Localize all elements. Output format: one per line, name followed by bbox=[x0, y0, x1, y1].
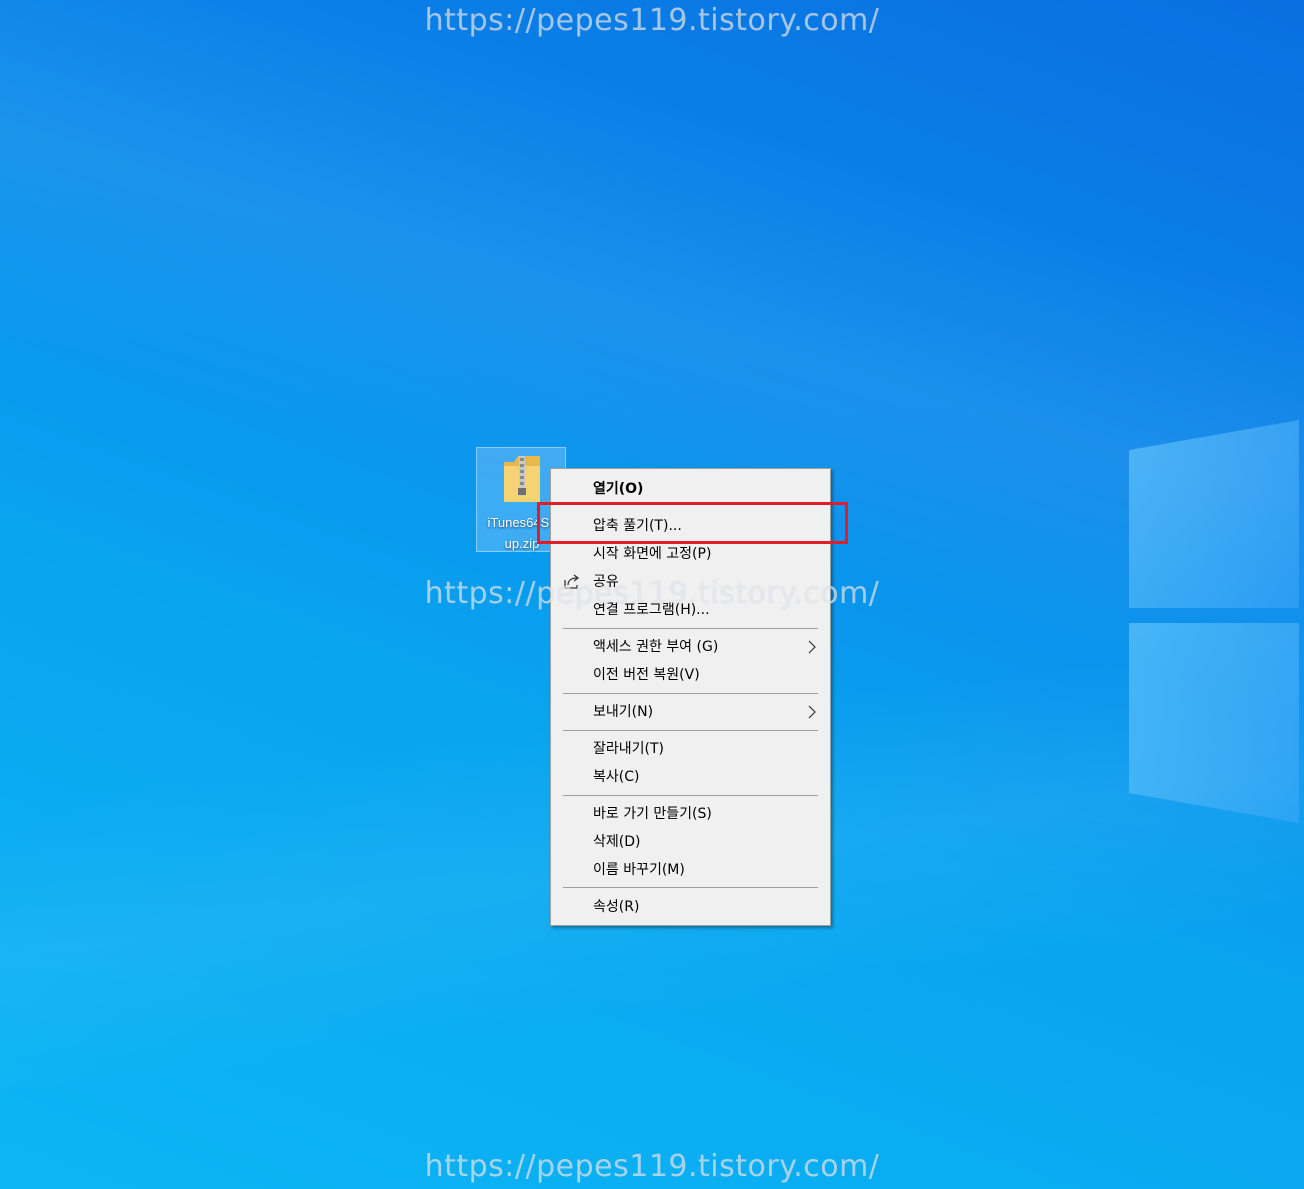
chevron-right-icon bbox=[808, 705, 816, 719]
menu-item-label: 시작 화면에 고정(P) bbox=[593, 546, 712, 562]
menu-item-label: 복사(C) bbox=[593, 769, 640, 785]
menu-item-label: 속성(R) bbox=[593, 899, 640, 915]
menu-item-label: 액세스 권한 부여 (G) bbox=[593, 639, 719, 655]
watermark-text: https://pepes119.tistory.com/ bbox=[424, 3, 880, 38]
menu-item-create-shortcut[interactable]: 바로 가기 만들기(S) bbox=[551, 801, 830, 827]
menu-item-label: 잘라내기(T) bbox=[593, 741, 664, 757]
menu-item-properties[interactable]: 속성(R) bbox=[551, 894, 830, 920]
menu-item-delete[interactable]: 삭제(D) bbox=[551, 829, 830, 855]
watermark-text: https://pepes119.tistory.com/ bbox=[424, 576, 880, 611]
highlight-box-extract bbox=[537, 502, 848, 544]
desktop[interactable]: https://pepes119.tistory.com/ iTunes64Se… bbox=[0, 0, 1304, 1189]
menu-separator bbox=[563, 628, 818, 629]
menu-item-pin-to-start[interactable]: 시작 화면에 고정(P) bbox=[551, 541, 830, 567]
menu-item-copy[interactable]: 복사(C) bbox=[551, 764, 830, 790]
zip-folder-icon bbox=[504, 456, 540, 502]
menu-separator bbox=[563, 887, 818, 888]
menu-item-label: 보내기(N) bbox=[593, 704, 654, 720]
menu-item-label: 이름 바꾸기(M) bbox=[593, 862, 685, 878]
menu-item-open[interactable]: 열기(O) bbox=[551, 476, 830, 502]
menu-item-cut[interactable]: 잘라내기(T) bbox=[551, 736, 830, 762]
menu-separator bbox=[563, 795, 818, 796]
chevron-right-icon bbox=[808, 640, 816, 654]
watermark-text: https://pepes119.tistory.com/ bbox=[424, 1149, 880, 1184]
menu-item-label: 열기(O) bbox=[593, 481, 644, 497]
menu-item-restore-previous[interactable]: 이전 버전 복원(V) bbox=[551, 662, 830, 688]
menu-item-rename[interactable]: 이름 바꾸기(M) bbox=[551, 857, 830, 883]
menu-item-send-to[interactable]: 보내기(N) bbox=[551, 699, 830, 725]
menu-separator bbox=[563, 693, 818, 694]
menu-item-label: 삭제(D) bbox=[593, 834, 641, 850]
menu-item-give-access[interactable]: 액세스 권한 부여 (G) bbox=[551, 634, 830, 660]
windows-logo-pane-bottom bbox=[1129, 623, 1299, 823]
menu-item-label: 바로 가기 만들기(S) bbox=[593, 806, 712, 822]
menu-item-label: 이전 버전 복원(V) bbox=[593, 667, 700, 683]
menu-separator bbox=[563, 730, 818, 731]
